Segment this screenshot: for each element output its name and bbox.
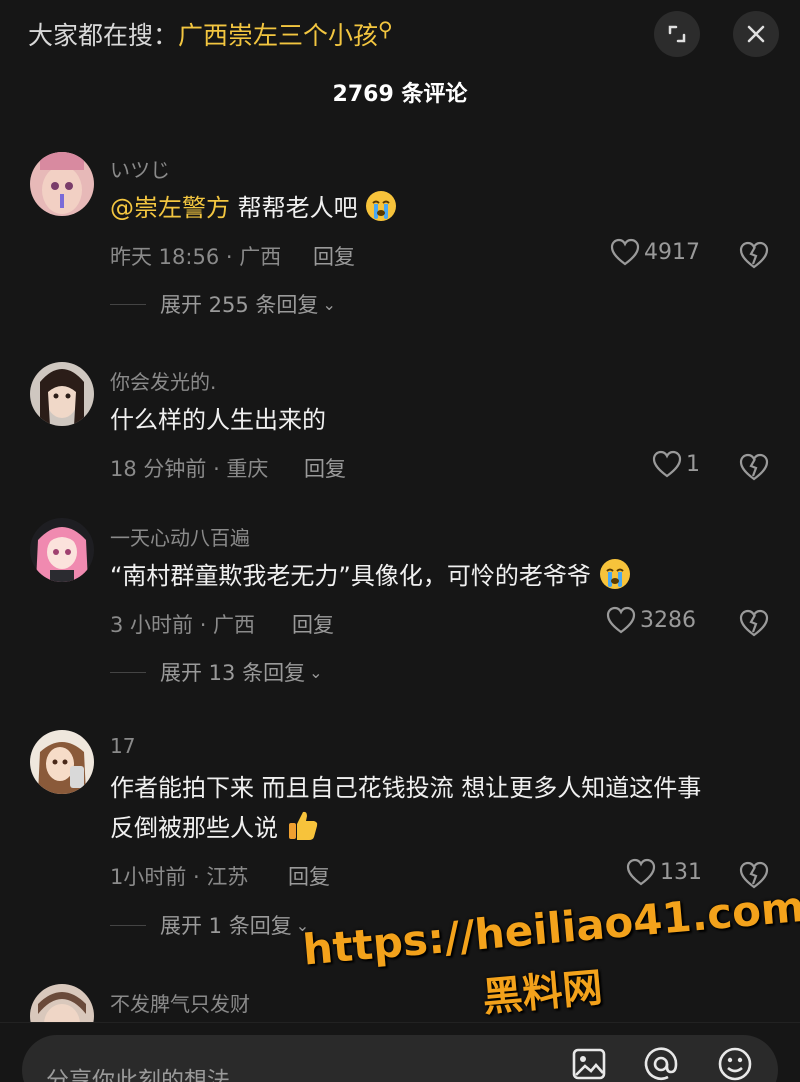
heart-icon [626, 858, 656, 886]
reply-button[interactable]: 回复 [304, 453, 346, 483]
comment-meta: 18 分钟前 · 重庆 [110, 457, 269, 481]
mention-link[interactable]: @崇左警方 [110, 194, 230, 222]
avatar[interactable] [30, 362, 94, 426]
expand-replies-button[interactable]: 展开 255 条回复 ⌄ [110, 289, 336, 319]
expand-button[interactable] [654, 11, 700, 57]
emoji-icon[interactable] [716, 1045, 754, 1082]
comment-text: @崇左警方 帮帮老人吧 [110, 188, 397, 228]
thumbs-up-emoji-icon [288, 811, 317, 840]
search-keyword[interactable]: 广西崇左三个小孩 [178, 21, 378, 50]
expand-replies-button[interactable]: 展开 13 条回复 ⌄ [110, 657, 322, 687]
reply-button[interactable]: 回复 [292, 609, 334, 639]
avatar[interactable] [30, 152, 94, 216]
search-icon: ⚲ [378, 17, 393, 41]
crying-emoji-icon [366, 191, 397, 221]
heart-icon [610, 238, 640, 266]
comment-input-placeholder: 分享你此刻的想法 [46, 1068, 230, 1082]
username[interactable]: 你会发光的. [110, 366, 216, 395]
avatar[interactable] [30, 730, 94, 794]
heart-icon [606, 606, 636, 634]
comment-text: 作者能拍下来 而且自己花钱投流 想让更多人知道这件事 反倒被那些人说 [110, 774, 702, 842]
comment-text: “南村群童欺我老无力”具像化，可怜的老爷爷 [110, 556, 631, 596]
username[interactable]: いツじ [110, 154, 170, 183]
comment-meta: 1小时前 · 江苏 [110, 865, 249, 889]
chevron-down-icon: ⌄ [309, 662, 323, 682]
dislike-icon[interactable] [738, 238, 770, 270]
crying-emoji-icon [599, 559, 630, 589]
avatar[interactable] [30, 518, 94, 582]
search-prefix: 大家都在搜： [28, 21, 179, 50]
like-button[interactable]: 1 [652, 450, 700, 478]
like-count: 131 [660, 859, 702, 885]
comment-meta: 3 小时前 · 广西 [110, 613, 256, 637]
reply-button[interactable]: 回复 [313, 241, 355, 271]
top-bar: 大家都在搜：广西崇左三个小孩⚲ [0, 0, 800, 70]
expand-icon [668, 25, 686, 43]
comment-meta: 昨天 18:56 · 广西 [110, 245, 282, 269]
like-button[interactable]: 4917 [610, 238, 700, 266]
expand-replies-button[interactable]: 展开 1 条回复 ⌄ [110, 910, 309, 940]
comment-count-title: 2769 条评论 [332, 82, 468, 107]
heart-icon [652, 450, 682, 478]
like-count: 3286 [640, 607, 696, 633]
like-button[interactable]: 131 [626, 858, 702, 886]
close-icon [747, 25, 765, 43]
username[interactable]: 不发脾气只发财 [110, 988, 250, 1017]
reply-button[interactable]: 回复 [288, 861, 330, 891]
image-icon[interactable] [570, 1045, 608, 1082]
like-count: 1 [686, 451, 700, 477]
comments-panel: 大家都在搜：广西崇左三个小孩⚲ 2769 条评论 いツじ @崇左警方 帮帮老人吧… [0, 0, 800, 1082]
username[interactable]: 17 [110, 734, 135, 758]
like-button[interactable]: 3286 [606, 606, 696, 634]
like-count: 4917 [644, 239, 700, 265]
comment-text: 什么样的人生出来的 [110, 406, 326, 434]
mention-icon[interactable] [642, 1045, 680, 1082]
dislike-icon[interactable] [738, 606, 770, 638]
username[interactable]: 一天心动八百遍 [110, 522, 250, 551]
trending-search-hint[interactable]: 大家都在搜：广西崇左三个小孩⚲ [28, 16, 393, 52]
chevron-down-icon: ⌄ [322, 294, 336, 314]
dislike-icon[interactable] [738, 450, 770, 482]
close-button[interactable] [733, 11, 779, 57]
